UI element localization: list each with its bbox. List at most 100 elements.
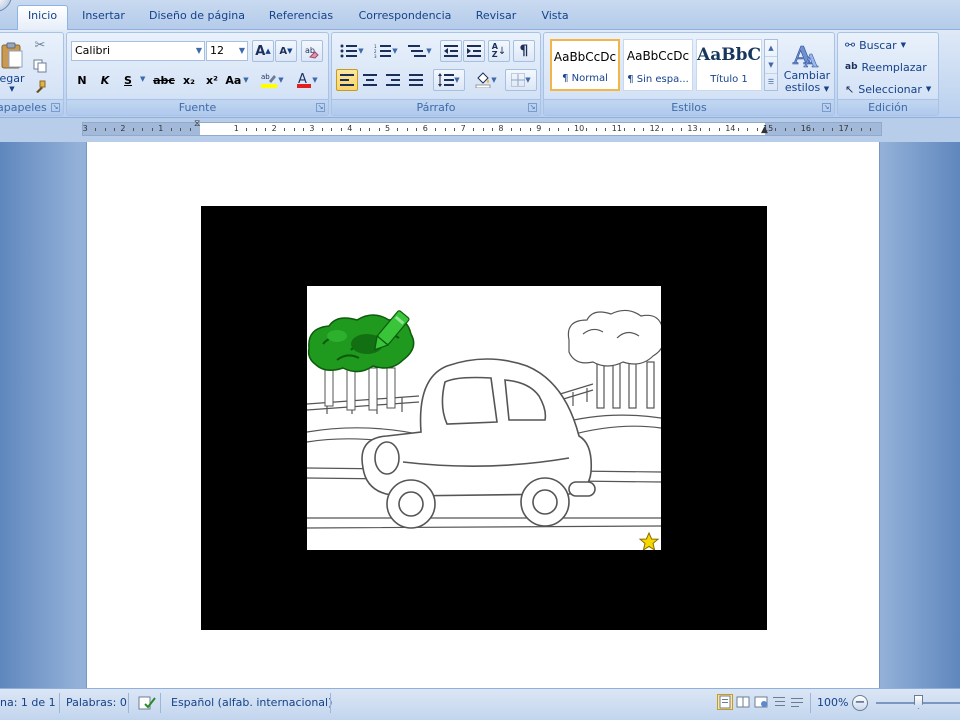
- ruler-tick: [851, 128, 853, 131]
- borders-button[interactable]: ▼: [505, 69, 537, 91]
- cut-button[interactable]: ✂: [29, 35, 51, 55]
- select-button[interactable]: ↖ Seleccionar ▼: [842, 78, 936, 100]
- draft-icon: [791, 698, 803, 707]
- font-color-icon: A: [297, 72, 312, 88]
- tab-revisar[interactable]: Revisar: [470, 6, 522, 28]
- ruler-tick-label: 17: [838, 124, 849, 133]
- multilevel-list-button[interactable]: ▼: [404, 40, 436, 62]
- grow-font-button[interactable]: A ▲: [252, 40, 274, 62]
- car-outline: [361, 358, 596, 529]
- paragraph-launcher-icon[interactable]: ↘: [528, 103, 537, 112]
- clear-format-button[interactable]: ab: [301, 40, 323, 62]
- align-left-button[interactable]: [336, 69, 358, 91]
- style-normal[interactable]: AaBbCcDc ¶ Normal: [550, 39, 620, 91]
- style-heading-1[interactable]: AaBbC Título 1: [696, 39, 762, 91]
- ruler-tick: [302, 128, 304, 131]
- find-button[interactable]: ⚯ Buscar ▼: [842, 34, 936, 56]
- ruler-tick: [482, 128, 484, 131]
- chevron-down-icon[interactable]: ▼: [140, 75, 145, 83]
- more-styles-icon[interactable]: ☰: [765, 74, 777, 90]
- office-button[interactable]: [0, 0, 12, 12]
- tab-diseno-pagina[interactable]: Diseño de página: [144, 6, 250, 28]
- justify-button[interactable]: [405, 69, 427, 91]
- word-count[interactable]: Palabras: 0: [66, 695, 127, 711]
- superscript-button[interactable]: x²: [201, 69, 223, 91]
- ruler-tick: [435, 128, 437, 131]
- font-size-select[interactable]: 12 ▼: [206, 41, 248, 61]
- change-case-button[interactable]: Aa ▼: [224, 69, 250, 91]
- subscript-button[interactable]: x₂: [178, 69, 200, 91]
- tab-inicio[interactable]: Inicio: [17, 5, 68, 30]
- line-spacing-button[interactable]: ▼: [433, 69, 465, 91]
- fence-left: [307, 395, 420, 414]
- language-indicator[interactable]: Español (alfab. internacional): [171, 695, 332, 711]
- ruler-tick: [699, 128, 701, 131]
- italic-button[interactable]: K: [94, 69, 116, 91]
- decrease-indent-icon: [444, 45, 458, 57]
- decrease-indent-button[interactable]: [440, 40, 462, 62]
- align-right-icon: [386, 74, 400, 86]
- bold-button[interactable]: N: [71, 69, 93, 91]
- embedded-game-frame[interactable]: [201, 206, 767, 630]
- chevron-down-icon: ▼: [238, 46, 245, 55]
- tab-insertar[interactable]: Insertar: [76, 6, 131, 28]
- binoculars-icon: ⚯: [845, 38, 856, 52]
- ruler-bar: 3 2 1 1 2 3 4 5 6 7 8 9 10 11 12 13 14 15 16 17 ⧖ ▲: [0, 118, 960, 142]
- font-family-select[interactable]: Calibri ▼: [71, 41, 205, 61]
- underline-button[interactable]: S: [117, 69, 139, 91]
- align-right-button[interactable]: [382, 69, 404, 91]
- ruler-tick: [104, 128, 106, 131]
- style-name: Título 1: [710, 74, 748, 85]
- bullets-button[interactable]: ▼: [336, 40, 368, 62]
- proofing-icon[interactable]: [138, 695, 156, 711]
- clipboard-launcher-icon[interactable]: ↘: [51, 103, 60, 112]
- show-formatting-button[interactable]: ¶: [513, 40, 535, 62]
- zoom-out-button[interactable]: −: [852, 695, 868, 711]
- full-screen-reading-view-button[interactable]: [735, 694, 751, 710]
- chevron-up-icon[interactable]: ▲: [765, 40, 777, 57]
- zoom-slider-thumb[interactable]: [914, 695, 923, 709]
- print-layout-view-button[interactable]: [717, 694, 733, 710]
- draft-view-button[interactable]: [789, 694, 805, 710]
- style-sample: AaBbCcDc: [626, 49, 690, 63]
- paste-button[interactable]: egar ▼: [0, 36, 25, 98]
- first-line-indent-marker[interactable]: ⧖: [194, 119, 200, 129]
- style-no-spacing[interactable]: AaBbCcDc ¶ Sin espa...: [623, 39, 693, 91]
- styles-launcher-icon[interactable]: ↘: [822, 103, 831, 112]
- strikethrough-button[interactable]: abc: [151, 69, 177, 91]
- replace-button[interactable]: ab Reemplazar: [842, 56, 936, 78]
- right-indent-marker[interactable]: ▲: [761, 125, 768, 135]
- change-styles-button[interactable]: A A Cambiar estilos ▼: [782, 35, 832, 99]
- numbering-button[interactable]: 1 2 3 ▼: [370, 40, 402, 62]
- replace-label: Reemplazar: [861, 60, 927, 74]
- status-separator: [128, 693, 129, 713]
- highlight-button[interactable]: ab ▼: [256, 69, 288, 91]
- ruler-tick: [586, 128, 588, 131]
- star-icon: [638, 531, 660, 550]
- document-page[interactable]: [86, 142, 880, 688]
- shrink-font-button[interactable]: A ▼: [275, 40, 297, 62]
- shading-button[interactable]: ▼: [470, 69, 502, 91]
- increase-indent-button[interactable]: [463, 40, 485, 62]
- zoom-level[interactable]: 100%: [817, 695, 848, 711]
- coloring-canvas[interactable]: [307, 286, 661, 550]
- tab-correspondencia[interactable]: Correspondencia: [354, 6, 456, 28]
- font-launcher-icon[interactable]: ↘: [316, 103, 325, 112]
- shrink-font-icon: A: [279, 45, 288, 57]
- page-count[interactable]: na: 1 de 1: [0, 695, 56, 711]
- tab-vista[interactable]: Vista: [535, 6, 575, 28]
- format-painter-button[interactable]: [29, 77, 51, 97]
- font-color-button[interactable]: A ▼: [291, 69, 323, 91]
- align-left-icon: [340, 74, 354, 86]
- horizontal-ruler[interactable]: 3 2 1 1 2 3 4 5 6 7 8 9 10 11 12 13 14 15 16 17 ⧖ ▲: [82, 119, 882, 136]
- copy-button[interactable]: [29, 56, 51, 76]
- chevron-down-icon[interactable]: ▼: [765, 57, 777, 74]
- multilevel-list-icon: [408, 45, 427, 57]
- sort-button[interactable]: A Z ↓: [488, 40, 510, 62]
- align-center-button[interactable]: [359, 69, 381, 91]
- ruler-tick: [784, 128, 786, 131]
- ruler-tick: [558, 128, 560, 131]
- outline-view-button[interactable]: [771, 694, 787, 710]
- web-layout-view-button[interactable]: [753, 694, 769, 710]
- tab-referencias[interactable]: Referencias: [265, 6, 337, 28]
